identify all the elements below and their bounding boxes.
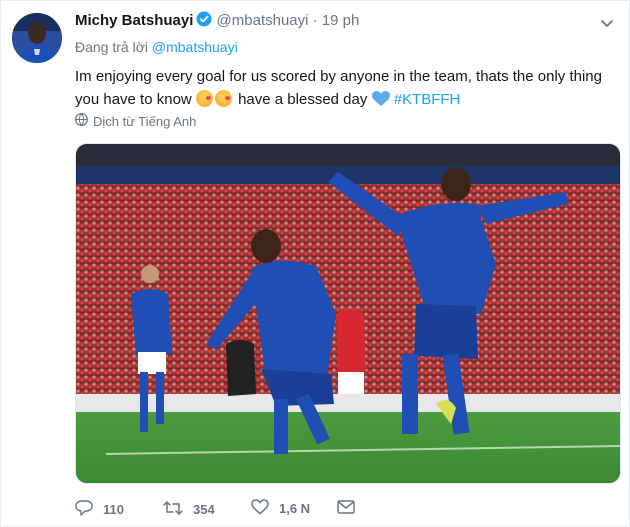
reply-count: 110 [103, 502, 124, 517]
reply-icon [75, 499, 93, 520]
replying-to: Đang trả lời @mbatshuayi [75, 39, 238, 55]
tweet-card[interactable]: Michy Batshuayi @mbatshuayi · 19 ph Đang… [0, 0, 630, 527]
kissing-face-icon [214, 90, 232, 107]
caret-down-icon[interactable] [599, 15, 615, 31]
author-handle[interactable]: @mbatshuayi [217, 12, 309, 29]
direct-message-button[interactable] [337, 499, 355, 518]
blue-heart-icon [371, 91, 390, 114]
reply-prefix: Đang trả lời [75, 39, 148, 55]
reply-button[interactable]: 110 [75, 499, 124, 520]
reply-mention-link[interactable]: @mbatshuayi [152, 39, 238, 55]
like-button[interactable]: 1,6 N [251, 499, 310, 518]
avatar[interactable] [12, 13, 62, 63]
tweet-timestamp[interactable]: 19 ph [322, 12, 360, 29]
message-icon [337, 499, 355, 518]
like-count: 1,6 N [279, 501, 311, 516]
globe-icon [75, 113, 88, 129]
hashtag-link[interactable]: #KTBFFH [394, 91, 461, 108]
author-name[interactable]: Michy Batshuayi [75, 12, 193, 29]
translate-label: Dịch từ Tiếng Anh [93, 113, 197, 129]
like-icon [251, 499, 269, 518]
avatar-image [12, 13, 62, 63]
celebration-photo [76, 144, 620, 483]
translate-link[interactable]: Dịch từ Tiếng Anh [75, 113, 196, 129]
verified-icon [196, 11, 212, 31]
tweet-photo[interactable] [75, 143, 621, 484]
retweet-button[interactable]: 354 [163, 499, 215, 520]
tweet-header: Michy Batshuayi @mbatshuayi · 19 ph [75, 11, 359, 31]
tweet-text: Im enjoying every goal for us scored by … [75, 65, 615, 114]
retweet-count: 354 [193, 502, 215, 517]
kissing-face-icon [195, 90, 213, 107]
tweet-actions: 110 354 1,6 N [75, 499, 455, 521]
retweet-icon [163, 499, 183, 520]
tweet-text-part2: have a blessed day [238, 91, 368, 108]
header-separator: · [312, 12, 318, 29]
